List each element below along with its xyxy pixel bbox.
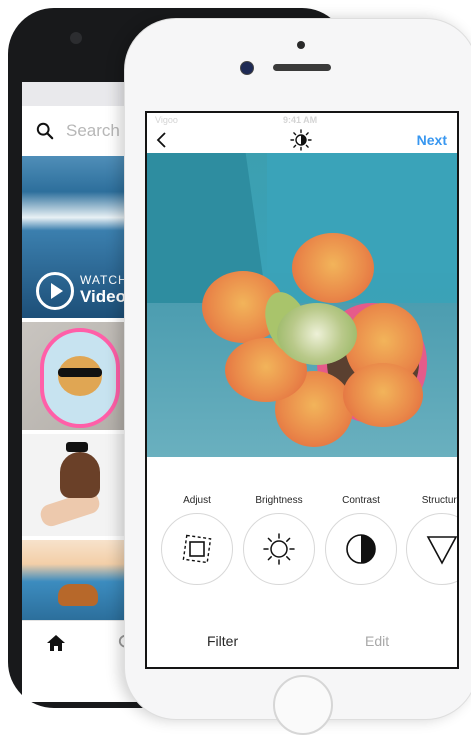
photo-preview	[147, 153, 457, 457]
tool-contrast[interactable]: Contrast	[321, 457, 401, 587]
front-speaker	[273, 64, 331, 71]
video-label: Video	[80, 287, 126, 306]
edit-screen: Vigoo 9:41 AM Next Adjust Brightness Con…	[145, 111, 459, 669]
cat-photo	[40, 328, 120, 428]
succulent-leaf	[343, 363, 423, 427]
carrier-label: Vigoo	[155, 115, 178, 125]
back-camera	[70, 32, 82, 44]
status-bar: Vigoo 9:41 AM	[147, 113, 457, 129]
dog-shape	[60, 452, 100, 498]
adjust-icon	[182, 534, 212, 564]
burger-shape	[58, 584, 98, 606]
brightness-icon	[290, 129, 312, 151]
back-chevron-icon[interactable]	[155, 131, 169, 149]
tool-button[interactable]	[406, 513, 457, 585]
tool-label: Structure	[421, 495, 459, 506]
contrast-icon	[346, 534, 376, 564]
search-input[interactable]: Search	[66, 121, 120, 141]
search-icon	[36, 122, 54, 140]
tool-label: Brightness	[255, 495, 303, 506]
status-time: 9:41 AM	[283, 115, 318, 125]
tool-button[interactable]	[325, 513, 397, 585]
structure-icon	[426, 536, 457, 565]
tool-button[interactable]	[243, 513, 315, 585]
tool-button[interactable]	[161, 513, 233, 585]
front-phone: Vigoo 9:41 AM Next Adjust Brightness Con…	[124, 18, 471, 735]
tool-adjust[interactable]: Adjust	[157, 457, 237, 587]
watch-label: WATCH	[80, 273, 128, 287]
tool-label: Adjust	[183, 495, 211, 506]
front-sensor	[297, 41, 305, 49]
home-button[interactable]	[273, 675, 333, 735]
brightness-icon	[263, 533, 295, 565]
tool-brightness[interactable]: Brightness	[239, 457, 319, 587]
sunglasses-decoration	[58, 368, 102, 377]
tab-filter[interactable]: Filter	[207, 633, 238, 649]
edit-tools-carousel: Adjust Brightness Contrast Structure	[147, 457, 459, 592]
tool-label: Contrast	[342, 495, 380, 506]
bow-shape	[66, 442, 88, 452]
succulent-center	[277, 303, 357, 365]
tab-edit[interactable]: Edit	[365, 633, 389, 649]
succulent-leaf	[292, 233, 374, 303]
home-icon[interactable]	[46, 634, 66, 652]
editor-bottom-bar: Filter Edit	[147, 587, 457, 667]
play-icon	[36, 272, 74, 310]
tool-structure[interactable]: Structure	[402, 457, 459, 587]
next-button[interactable]: Next	[417, 132, 447, 148]
front-camera	[240, 61, 254, 75]
nav-bar: Next	[147, 129, 457, 153]
